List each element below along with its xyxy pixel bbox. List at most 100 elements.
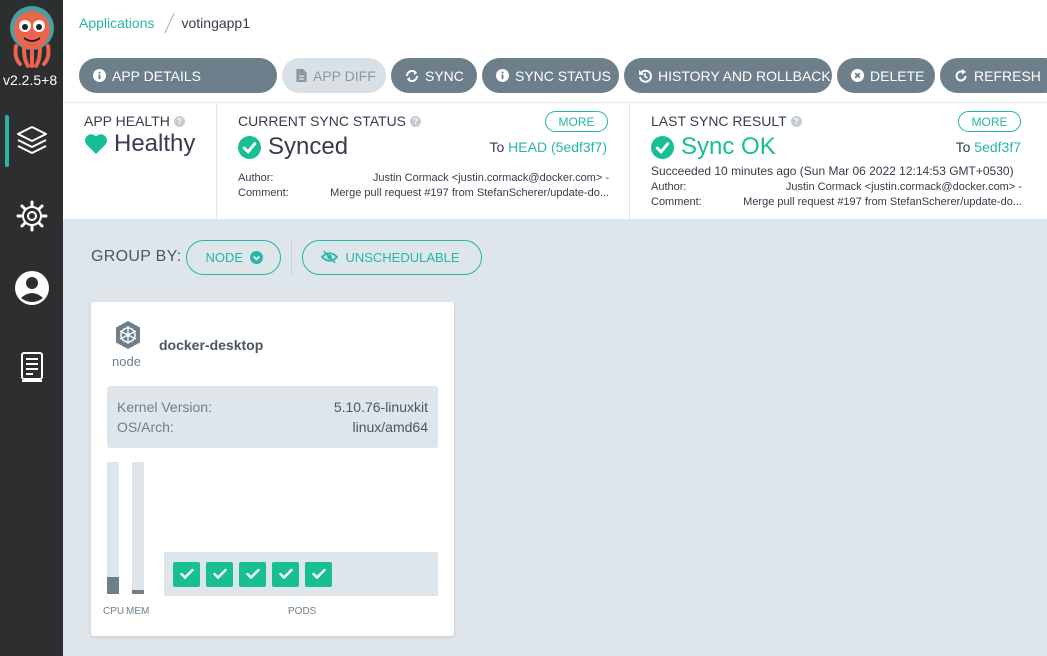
pod-healthy[interactable] xyxy=(305,561,332,587)
status-panel: APP HEALTH ? Healthy CURRENT SYNC STATUS… xyxy=(63,102,1047,220)
help-icon[interactable]: ? xyxy=(173,115,185,127)
current-sync-revision-link[interactable]: HEAD (5edf3f7) xyxy=(508,139,607,155)
refresh-icon xyxy=(954,68,968,83)
chevron-down-circle-icon xyxy=(250,250,263,264)
mem-usage-bar[interactable] xyxy=(132,462,144,594)
cpu-usage-fill xyxy=(107,577,119,594)
breadcrumb: Applications votingapp1 xyxy=(79,12,250,34)
heart-icon xyxy=(84,133,108,155)
history-rollback-button[interactable]: HISTORY AND ROLLBACK xyxy=(624,58,832,93)
pod-healthy[interactable] xyxy=(239,561,266,587)
settings-gear-icon xyxy=(16,200,47,232)
current-sync-target: To HEAD (5edf3f7) xyxy=(489,139,607,155)
last-sync-more-button[interactable]: MORE xyxy=(958,111,1021,132)
app-details-button[interactable]: APP DETAILS xyxy=(79,58,277,93)
last-sync-succeeded: Succeeded 10 minutes ago (Sun Mar 06 202… xyxy=(651,164,1014,178)
info-icon xyxy=(93,69,106,82)
cpu-usage-bar[interactable] xyxy=(107,462,119,594)
group-by-node-dropdown[interactable]: NODE xyxy=(186,239,282,275)
check-icon xyxy=(245,568,260,580)
sync-button[interactable]: SYNC xyxy=(391,58,477,93)
delete-button[interactable]: DELETE xyxy=(837,58,935,93)
node-info-box: Kernel Version: 5.10.76-linuxkit OS/Arch… xyxy=(107,386,438,448)
refresh-button[interactable]: REFRESH ▼ xyxy=(940,58,1047,93)
pods-label: PODS xyxy=(288,606,317,617)
breadcrumb-separator xyxy=(163,12,175,34)
pod-healthy[interactable] xyxy=(206,561,233,587)
current-sync-value: Synced xyxy=(238,133,348,161)
check-icon xyxy=(212,568,227,580)
last-sync-section: LAST SYNC RESULT ? MORE Sync OK To 5edf3… xyxy=(629,103,1047,220)
breadcrumb-applications-link[interactable]: Applications xyxy=(79,15,155,31)
group-by-bar: GROUP BY: NODE UNSCHEDULABLE xyxy=(91,239,483,275)
history-icon xyxy=(638,69,652,83)
pod-healthy[interactable] xyxy=(272,561,299,587)
node-kind-label: node xyxy=(112,354,141,369)
node-card[interactable]: node docker-desktop Kernel Version: 5.10… xyxy=(91,302,454,636)
sidebar-item-settings[interactable] xyxy=(0,190,63,242)
sync-status-button[interactable]: SYNC STATUS xyxy=(482,58,619,93)
check-icon xyxy=(278,568,293,580)
info-icon xyxy=(496,69,509,82)
os-arch-label: OS/Arch: xyxy=(117,419,174,435)
sync-label: SYNC xyxy=(425,67,464,84)
help-icon[interactable]: ? xyxy=(410,115,422,127)
check-circle-icon xyxy=(651,135,674,159)
author-value: Justin Cormack <justin.cormack@docker.co… xyxy=(372,172,609,184)
app-toolbar: APP DETAILS APP DIFF SYNC SYNC STATUS HI… xyxy=(79,58,1047,93)
history-rollback-label: HISTORY AND ROLLBACK xyxy=(658,67,831,84)
close-circle-icon xyxy=(851,69,864,82)
group-by-divider xyxy=(291,239,293,275)
docs-icon xyxy=(20,352,43,382)
current-sync-title: CURRENT SYNC STATUS ? xyxy=(238,113,422,129)
sync-status-label: SYNC STATUS xyxy=(515,67,611,84)
breadcrumb-current: votingapp1 xyxy=(181,15,251,31)
comment-value: Merge pull request #197 from StefanScher… xyxy=(743,196,1022,208)
pods-container xyxy=(164,552,438,596)
comment-value: Merge pull request #197 from StefanScher… xyxy=(330,187,609,199)
os-arch-value: linux/amd64 xyxy=(352,419,429,435)
app-health-value: Healthy xyxy=(84,130,195,158)
os-arch-row: OS/Arch: linux/amd64 xyxy=(117,419,428,435)
last-sync-title: LAST SYNC RESULT ? xyxy=(651,113,802,129)
current-sync-section: CURRENT SYNC STATUS ? MORE Synced To HEA… xyxy=(216,103,629,220)
check-icon xyxy=(311,568,326,580)
app-diff-button[interactable]: APP DIFF xyxy=(282,58,386,93)
eye-slash-icon xyxy=(321,250,339,264)
author-value: Justin Cormack <justin.cormack@docker.co… xyxy=(785,181,1022,193)
sidebar-item-user[interactable] xyxy=(0,262,63,314)
sync-arrows-icon xyxy=(405,69,419,83)
check-circle-icon xyxy=(238,135,261,159)
app-diff-label: APP DIFF xyxy=(313,67,376,84)
sidebar-item-docs[interactable] xyxy=(0,341,63,393)
unschedulable-toggle[interactable]: UNSCHEDULABLE xyxy=(302,239,483,275)
group-by-label: GROUP BY: xyxy=(91,248,182,265)
kernel-version-row: Kernel Version: 5.10.76-linuxkit xyxy=(117,399,428,415)
kernel-version-label: Kernel Version: xyxy=(117,399,212,415)
pod-healthy[interactable] xyxy=(173,561,200,587)
cpu-label: CPU xyxy=(103,606,125,617)
app-details-label: APP DETAILS xyxy=(112,67,201,84)
kernel-version-value: 5.10.76-linuxkit xyxy=(333,399,428,415)
mem-usage-fill xyxy=(132,590,144,594)
user-icon xyxy=(14,271,49,305)
argo-logo-icon[interactable] xyxy=(6,4,58,68)
check-icon xyxy=(179,568,194,580)
sidebar: v2.2.5+8 xyxy=(0,0,63,656)
applications-stack-icon xyxy=(16,126,47,154)
last-sync-revision-link[interactable]: 5edf3f7 xyxy=(974,139,1021,155)
comment-label: Comment: xyxy=(651,196,702,208)
author-label: Author: xyxy=(238,172,274,184)
kubernetes-node-icon xyxy=(113,320,143,355)
mem-label: MEM xyxy=(126,606,150,617)
app-health-section: APP HEALTH ? Healthy xyxy=(63,103,216,220)
last-sync-target: To 5edf3f7 xyxy=(955,139,1021,155)
sidebar-item-applications[interactable] xyxy=(0,115,63,167)
comment-label: Comment: xyxy=(238,187,289,199)
top-bar: Applications votingapp1 APP DETAILS APP … xyxy=(63,0,1047,102)
delete-label: DELETE xyxy=(870,67,925,84)
help-icon[interactable]: ? xyxy=(790,115,802,127)
refresh-label: REFRESH xyxy=(974,67,1041,84)
current-sync-more-button[interactable]: MORE xyxy=(545,111,608,132)
node-name: docker-desktop xyxy=(159,337,264,353)
